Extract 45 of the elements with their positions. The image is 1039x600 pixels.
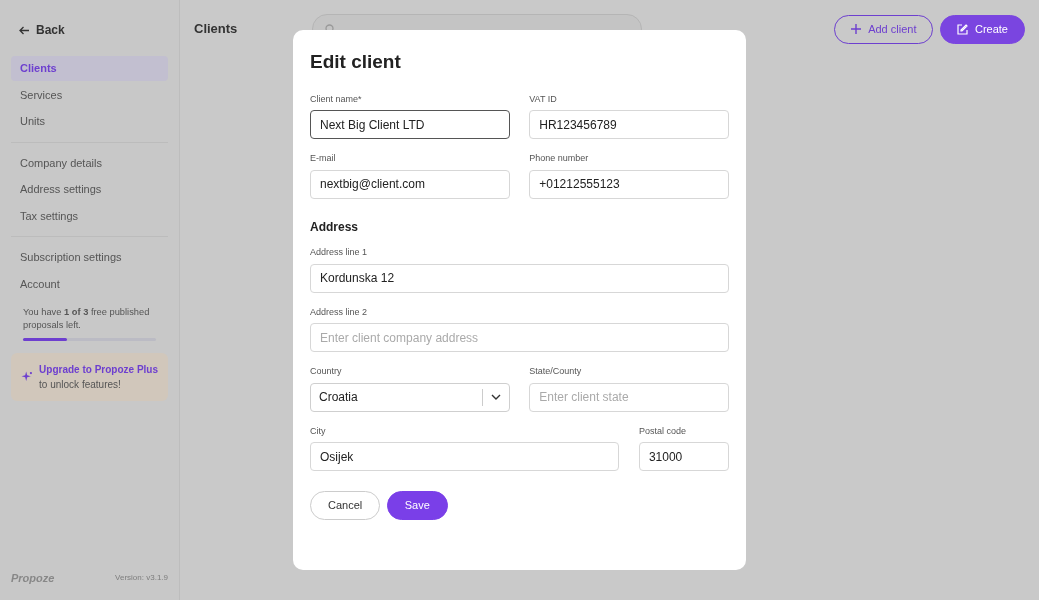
- field-label: Address line 1: [310, 246, 369, 259]
- field-label: Client name*: [310, 92, 363, 106]
- upgrade-link[interactable]: Upgrade to Propoze Plus: [39, 361, 158, 377]
- field-label: VAT ID: [529, 92, 558, 106]
- sidebar-item[interactable]: Account: [11, 271, 168, 296]
- upgrade-card[interactable]: Upgrade to Propoze Plus to unlock features!: [11, 352, 168, 401]
- sidebar-item[interactable]: Address settings: [11, 177, 168, 202]
- input-field[interactable]: Kordunska 12: [310, 263, 729, 293]
- back-button[interactable]: Back: [11, 20, 168, 40]
- field-label: Postal code: [638, 424, 687, 438]
- input-field[interactable]: Next Big Client LTD: [310, 110, 510, 139]
- sidebar-item[interactable]: Clients: [11, 56, 168, 81]
- field-label: City: [310, 424, 327, 438]
- input-field[interactable]: Enter client company address: [310, 323, 729, 352]
- field-label: Address line 2: [310, 305, 369, 319]
- save-button[interactable]: Save: [386, 490, 448, 520]
- dialog-title: Edit client: [310, 50, 402, 74]
- chevron-down-icon: [490, 394, 501, 400]
- sidebar-item[interactable]: Units: [11, 109, 168, 134]
- cancel-button[interactable]: Cancel: [310, 490, 381, 520]
- plus-icon: [851, 24, 862, 34]
- version-text: Version: v3.1.9: [115, 571, 168, 584]
- usage-text: You have 1 of 3 free published proposals left.: [22, 306, 151, 333]
- input-field[interactable]: +01212555123: [529, 169, 729, 199]
- edit-icon: [956, 23, 968, 35]
- field-label: Country: [310, 365, 343, 378]
- create-button[interactable]: Create: [939, 14, 1025, 44]
- sidebar-item[interactable]: Tax settings: [11, 203, 168, 228]
- arrow-left-icon: [19, 25, 30, 35]
- upgrade-text: to unlock features!: [39, 378, 121, 390]
- sidebar-item[interactable]: Subscription settings: [11, 245, 168, 270]
- sidebar-item[interactable]: Company details: [11, 150, 168, 175]
- field-label: E-mail: [310, 152, 337, 165]
- field-label: State/County: [529, 365, 583, 378]
- input-field[interactable]: 31000: [638, 442, 729, 471]
- input-field[interactable]: nextbig@client.com: [310, 169, 510, 199]
- input-field[interactable]: HR123456789: [529, 110, 729, 139]
- field-label: Phone number: [529, 152, 590, 165]
- input-field[interactable]: Enter client state: [529, 382, 729, 412]
- section-heading: Address: [310, 219, 360, 236]
- input-field[interactable]: Osijek: [310, 442, 620, 471]
- logo: Propoze: [11, 570, 55, 586]
- country-select[interactable]: Croatia: [310, 382, 510, 412]
- page-title: Clients: [194, 20, 239, 39]
- sidebar-item[interactable]: Services: [11, 82, 168, 107]
